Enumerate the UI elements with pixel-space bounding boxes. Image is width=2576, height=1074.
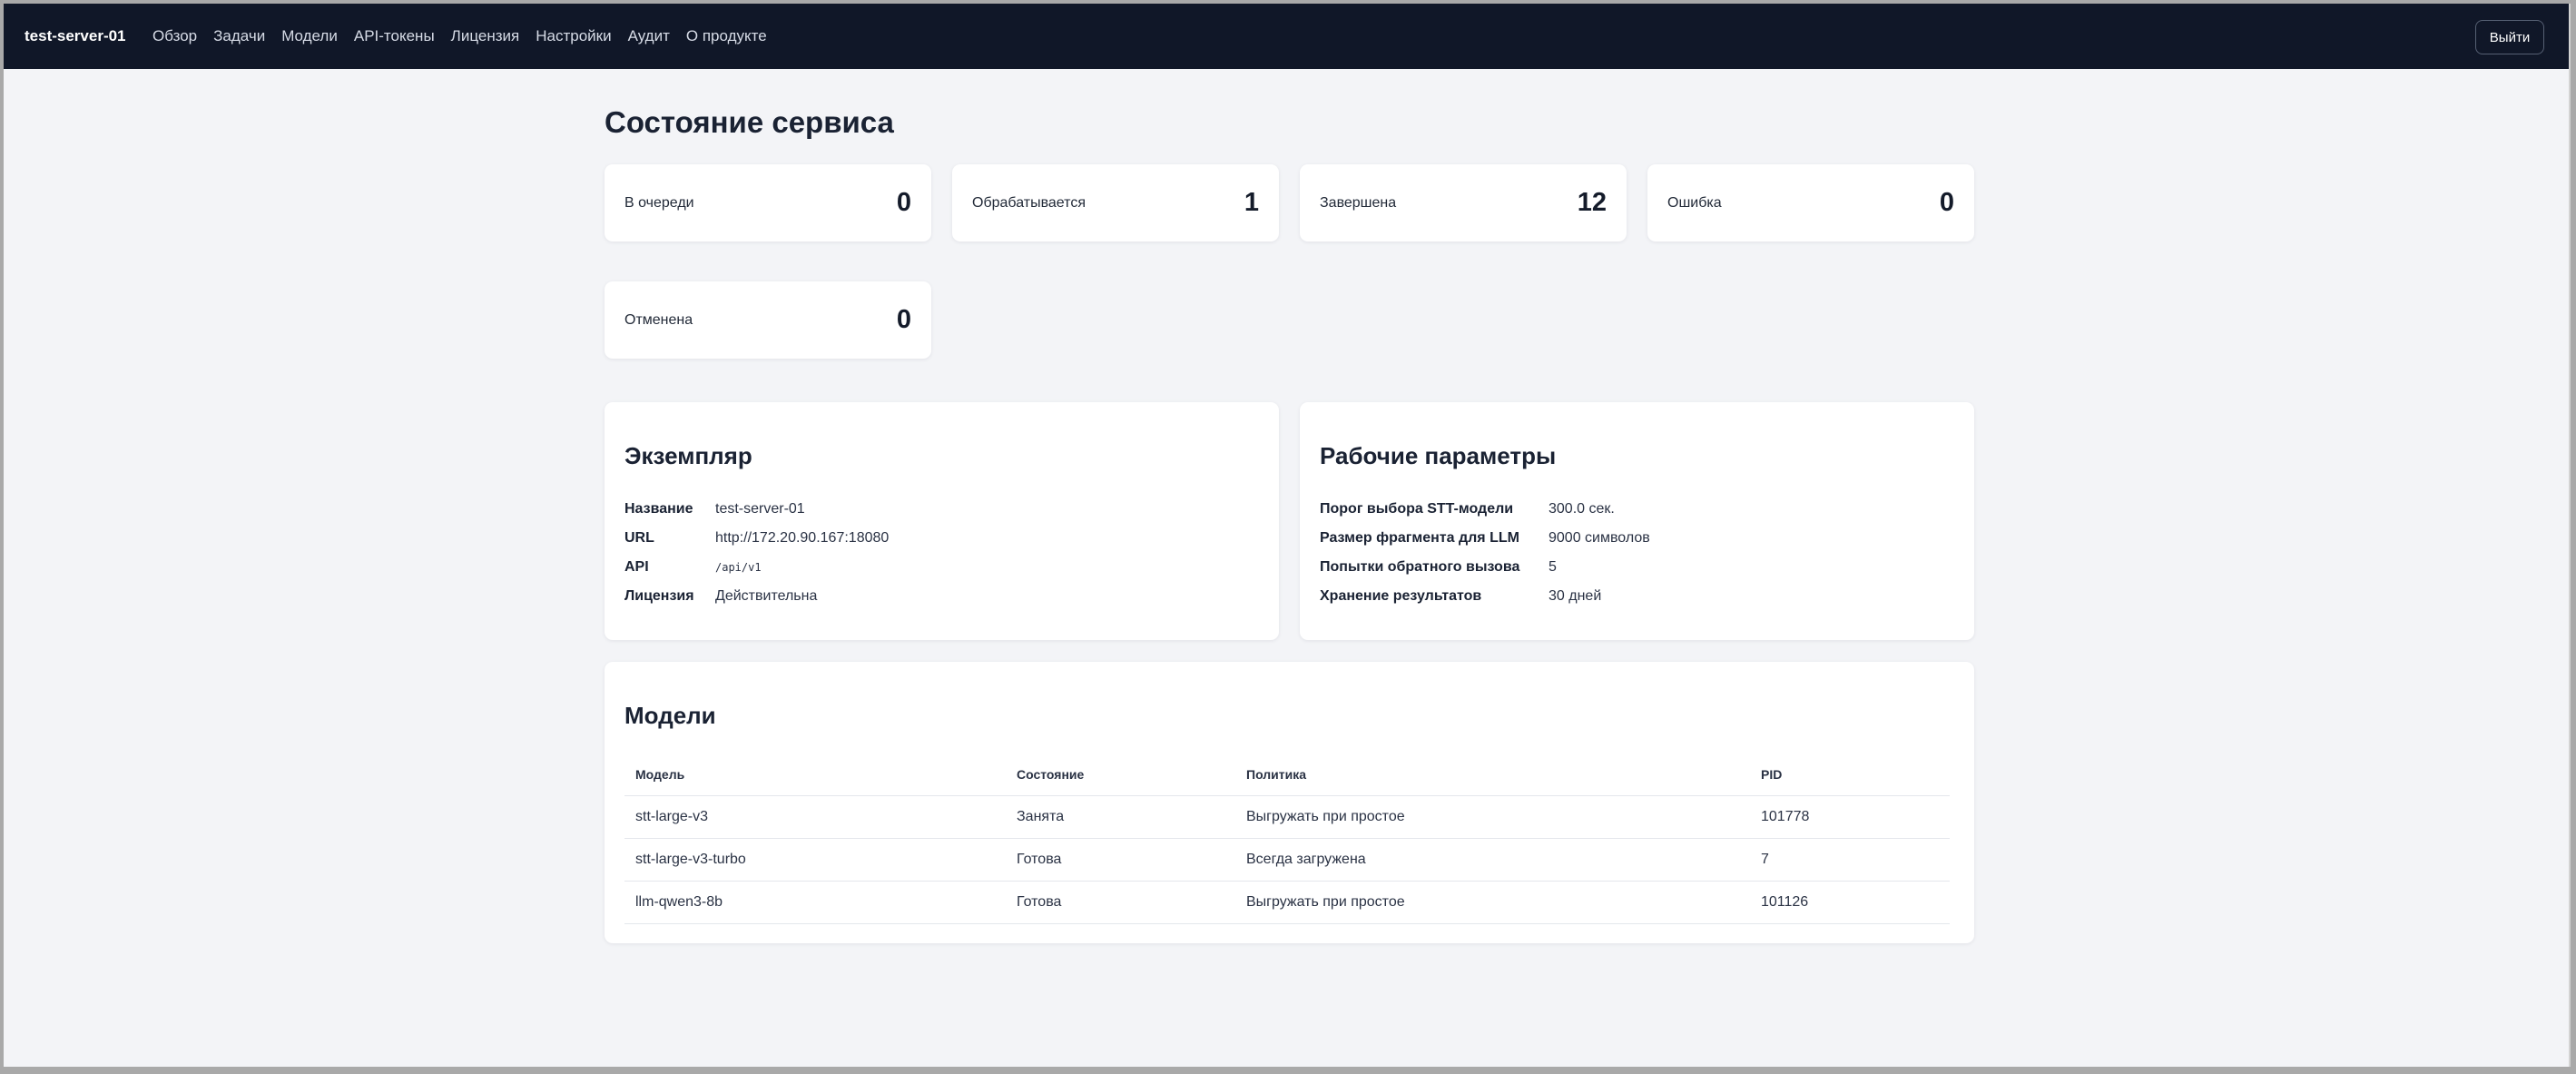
params-title: Рабочие параметры: [1320, 442, 1557, 469]
models-title: Модели: [624, 702, 716, 729]
instance-row-license: Лицензия Действительна: [624, 582, 817, 611]
params-details: Порог выбора STT-модели 300.0 сек. Разме…: [1320, 495, 1650, 611]
kv-value: Действительна: [715, 588, 818, 604]
nav-link-tasks[interactable]: Задачи: [213, 27, 265, 45]
kv-key: API: [624, 559, 649, 575]
model-pid-cell: 101778: [1761, 809, 1810, 824]
table-row[interactable]: stt-large-v3-turbo Готова Всегда загруже…: [624, 839, 1950, 882]
stat-value: 0: [896, 188, 911, 217]
model-state-cell: Готова: [1017, 852, 1062, 867]
kv-value: /api/v1: [715, 561, 762, 574]
model-state-cell: Занята: [1017, 809, 1065, 824]
kv-key: URL: [624, 530, 654, 546]
model-pid-cell: 7: [1761, 852, 1769, 867]
stat-card-processing: Обрабатывается 1: [952, 164, 1279, 241]
kv-value: 9000 символов: [1549, 530, 1650, 546]
kv-value: 30 дней: [1549, 588, 1602, 604]
params-row-callback-retries: Попытки обратного вызова 5: [1320, 553, 1557, 582]
model-name-cell: stt-large-v3-turbo: [635, 852, 746, 867]
table-header: Модель Состояние Политика PID: [624, 754, 1950, 796]
stat-label: Ошибка: [1667, 195, 1722, 211]
stat-label: В очереди: [624, 195, 694, 211]
kv-key: Попытки обратного вызова: [1320, 559, 1520, 575]
params-card: Рабочие параметры Порог выбора STT-модел…: [1300, 402, 1974, 640]
nav-link-license[interactable]: Лицензия: [451, 27, 520, 45]
column-header-state[interactable]: Состояние: [1017, 754, 1084, 795]
instance-details: Название test-server-01 URL http://172.2…: [624, 495, 889, 611]
model-policy-cell: Выгружать при простое: [1246, 894, 1405, 910]
table-row[interactable]: stt-large-v3 Занята Выгружать при просто…: [624, 796, 1950, 839]
model-pid-cell: 101126: [1761, 894, 1809, 910]
kv-key: Порог выбора STT-модели: [1320, 501, 1514, 517]
stat-label: Завершена: [1320, 195, 1397, 211]
instance-row-name: Название test-server-01: [624, 495, 805, 524]
page-title: Состояние сервиса: [605, 105, 894, 139]
table-row[interactable]: llm-qwen3-8b Готова Выгружать при просто…: [624, 882, 1950, 924]
stat-value: 1: [1244, 188, 1259, 217]
stat-value: 0: [896, 305, 911, 334]
column-header-model[interactable]: Модель: [635, 754, 684, 795]
instance-row-api: API /api/v1: [624, 553, 762, 582]
nav-link-settings[interactable]: Настройки: [536, 27, 611, 45]
nav-link-audit[interactable]: Аудит: [628, 27, 670, 45]
model-policy-cell: Выгружать при простое: [1246, 809, 1405, 824]
nav-link-overview[interactable]: Обзор: [152, 27, 197, 45]
models-table: Модель Состояние Политика PID stt-large-…: [624, 754, 1950, 924]
logout-button[interactable]: Выйти: [2475, 20, 2544, 54]
stat-value: 0: [1939, 188, 1954, 217]
model-state-cell: Готова: [1017, 894, 1062, 910]
column-header-pid[interactable]: PID: [1761, 754, 1782, 795]
column-header-policy[interactable]: Политика: [1246, 754, 1306, 795]
model-policy-cell: Всегда загружена: [1246, 852, 1366, 867]
nav-link-about[interactable]: О продукте: [686, 27, 767, 45]
kv-value: 300.0 сек.: [1549, 501, 1615, 517]
instance-card: Экземпляр Название test-server-01 URL ht…: [605, 402, 1279, 640]
app-window: test-server-01 Обзор Задачи Модели API-т…: [4, 4, 2571, 1067]
instance-title: Экземпляр: [624, 442, 752, 469]
stat-label: Обрабатывается: [972, 195, 1086, 211]
params-row-retention: Хранение результатов 30 дней: [1320, 582, 1601, 611]
models-card: Модели Модель Состояние Политика PID stt…: [605, 662, 1974, 943]
instance-row-url: URL http://172.20.90.167:18080: [624, 524, 889, 553]
stat-card-error: Ошибка 0: [1647, 164, 1974, 241]
stat-card-cancelled: Отменена 0: [605, 281, 931, 359]
top-navbar: test-server-01 Обзор Задачи Модели API-т…: [4, 4, 2569, 69]
params-row-stt-threshold: Порог выбора STT-модели 300.0 сек.: [1320, 495, 1615, 524]
stat-card-queued: В очереди 0: [605, 164, 931, 241]
kv-key: Хранение результатов: [1320, 588, 1482, 604]
kv-value: http://172.20.90.167:18080: [715, 530, 890, 546]
stat-label: Отменена: [624, 312, 693, 328]
kv-key: Размер фрагмента для LLM: [1320, 530, 1519, 546]
params-row-llm-chunk: Размер фрагмента для LLM 9000 символов: [1320, 524, 1650, 553]
brand-title[interactable]: test-server-01: [25, 4, 126, 69]
kv-value: test-server-01: [715, 501, 805, 517]
model-name-cell: stt-large-v3: [635, 809, 709, 824]
kv-key: Лицензия: [624, 588, 694, 604]
kv-key: Название: [624, 501, 693, 517]
kv-value: 5: [1549, 559, 1557, 575]
nav-link-api-tokens[interactable]: API-токены: [354, 27, 435, 45]
nav-links: Обзор Задачи Модели API-токены Лицензия …: [152, 4, 767, 69]
model-name-cell: llm-qwen3-8b: [635, 894, 723, 910]
stat-card-completed: Завершена 12: [1300, 164, 1627, 241]
stat-value: 12: [1577, 188, 1607, 217]
nav-link-models[interactable]: Модели: [281, 27, 338, 45]
